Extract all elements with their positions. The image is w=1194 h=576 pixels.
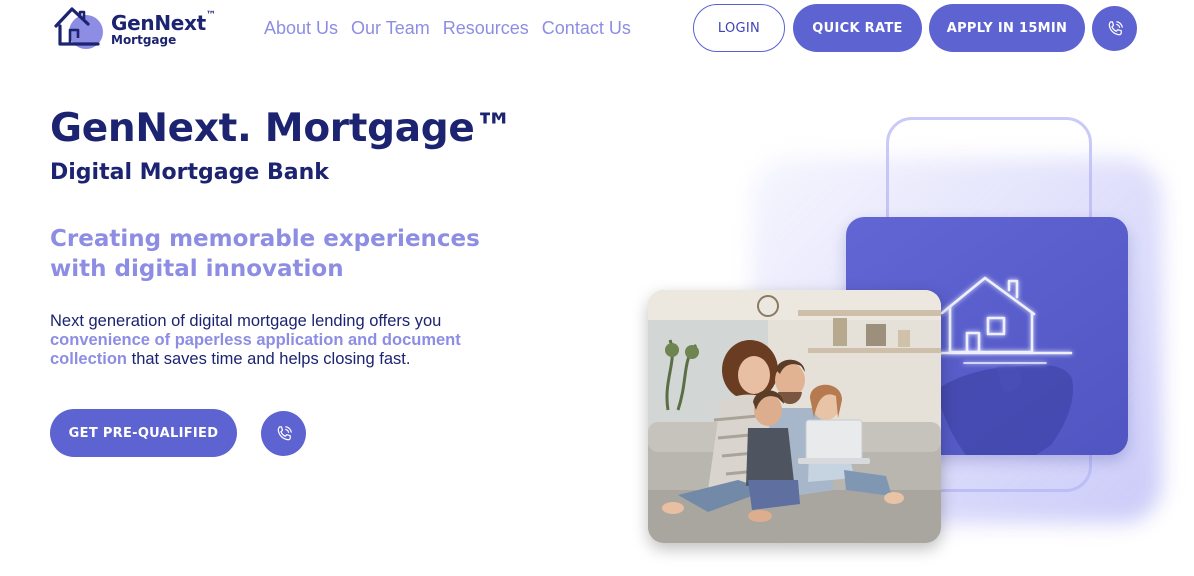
phone-icon [277,425,292,440]
family-on-couch-photo [648,290,941,543]
house-logo-icon [54,7,103,49]
header-phone-button[interactable] [1092,6,1137,51]
hero-tagline: Creating memorable experiences with digi… [50,226,480,282]
family-illustration [648,290,941,543]
quick-rate-button[interactable]: QUICK RATE [793,4,922,52]
nav-link-about-us[interactable]: About Us [264,17,338,39]
logo-wordmark: GenNext [111,11,206,35]
description-start: Next generation of digital mortgage lend… [50,312,442,330]
login-button[interactable]: LOGIN [693,4,785,52]
apply-button[interactable]: APPLY IN 15MIN [929,4,1085,52]
nav-link-our-team[interactable]: Our Team [351,17,430,39]
nav-link-contact-us[interactable]: Contact Us [542,17,631,39]
hero-subtitle: Digital Mortgage Bank [50,160,329,185]
logo-subtitle: Mortgage [111,33,177,47]
hero-title: GenNext. Mortgage™ [50,106,514,151]
nav-link-resources[interactable]: Resources [443,17,529,39]
main-nav: About Us Our Team Resources Contact Us [264,17,631,39]
get-prequalified-button[interactable]: GET PRE-QUALIFIED [50,409,237,457]
description-end: that saves time and helps closing fast. [131,350,411,368]
phone-icon [1108,20,1123,35]
brand-logo[interactable]: GenNext ™ Mortgage [50,4,230,52]
hero-description: Next generation of digital mortgage lend… [50,312,520,369]
hero-phone-button[interactable] [261,411,306,456]
site-header: GenNext ™ Mortgage About Us Our Team Res… [0,0,1194,60]
logo-trademark: ™ [206,10,216,21]
